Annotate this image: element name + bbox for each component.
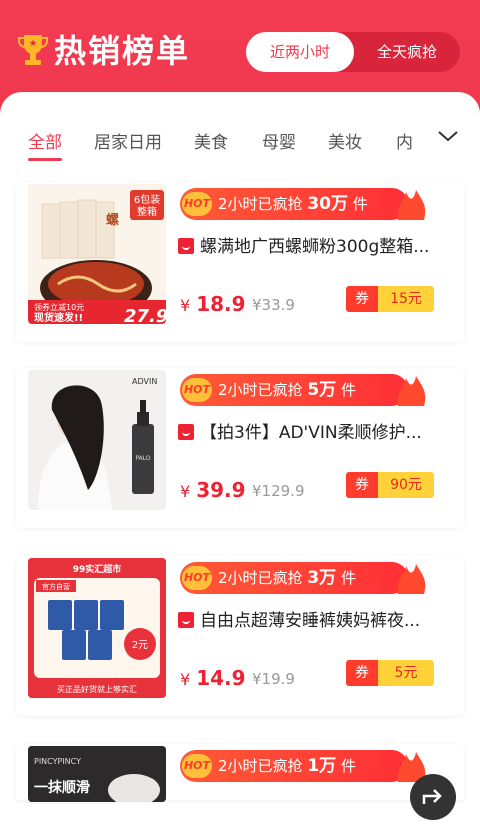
- product-name[interactable]: 【拍3件】AD'VIN柔顺修护...: [178, 420, 458, 446]
- price: ¥39.9: [180, 478, 246, 502]
- product-image: ADVIN PALO: [28, 370, 166, 510]
- sold-banner: HOT 2小时已疯抢 1万 件: [180, 750, 430, 782]
- promo-text-2: 现货速发!!: [34, 311, 83, 324]
- active-tab-indicator: [28, 158, 62, 161]
- svg-text:螺: 螺: [106, 212, 119, 228]
- hot-badge: HOT: [182, 566, 212, 590]
- tmall-icon: [178, 612, 194, 628]
- svg-text:2元: 2元: [132, 640, 148, 651]
- brand-text: ADVIN: [132, 377, 157, 386]
- product-image: 99实汇超市 官方自营 2元 买正品好货就上够实汇: [28, 558, 166, 698]
- store-tag: 官方自营: [42, 582, 70, 591]
- thumb-top-text: 99实汇超市: [73, 563, 122, 575]
- share-icon: [422, 789, 442, 804]
- svg-text:★: ★: [29, 39, 37, 49]
- svg-text:PALO: PALO: [135, 455, 150, 462]
- page-title: 热销榜单: [54, 32, 191, 70]
- flame-icon: [397, 376, 426, 406]
- category-tabs: 全部 居家日用 美食 母婴 美妆 内: [0, 128, 480, 168]
- tmall-icon: [178, 238, 194, 254]
- product-card[interactable]: 99实汇超市 官方自营 2元 买正品好货就上够实汇 HOT 2小时已疯抢 3万 …: [16, 556, 464, 716]
- hot-badge: HOT: [182, 378, 212, 402]
- tab-baby[interactable]: 母婴: [262, 128, 296, 153]
- promo-text: 领券立减10元: [34, 302, 84, 312]
- thumb-bottom-text: 买正品好货就上够实汇: [57, 684, 137, 694]
- sold-banner: HOT 2小时已疯抢 5万 件: [180, 374, 430, 406]
- corner-tag-line2: 整箱: [137, 205, 157, 218]
- sold-text: 2小时已疯抢 5万 件: [218, 380, 356, 400]
- tab-more[interactable]: 内: [396, 128, 413, 153]
- coupon-badge[interactable]: 券 5元: [346, 660, 434, 686]
- sold-banner: HOT 2小时已疯抢 30万 件: [180, 188, 430, 220]
- thumb-slogan: 一抹顺滑: [34, 779, 90, 796]
- original-price: ¥129.9: [252, 482, 305, 500]
- tab-home[interactable]: 居家日用: [94, 128, 162, 153]
- tab-food[interactable]: 美食: [194, 128, 228, 153]
- tab-beauty[interactable]: 美妆: [328, 128, 362, 153]
- corner-tag-line1: 6包装: [134, 193, 160, 206]
- hot-badge: HOT: [182, 192, 212, 216]
- flame-icon: [397, 564, 426, 594]
- toggle-all-day[interactable]: 全天疯抢: [354, 32, 460, 72]
- product-card[interactable]: PINCYPINCY 一抹顺滑 HOT 2小时已疯抢 1万 件: [16, 744, 464, 802]
- coupon-badge[interactable]: 券 15元: [346, 286, 434, 312]
- product-name[interactable]: 自由点超薄安睡裤姨妈裤夜...: [178, 608, 458, 634]
- trophy-icon: ★: [18, 35, 48, 65]
- original-price: ¥33.9: [252, 296, 295, 314]
- sold-text: 2小时已疯抢 1万 件: [218, 756, 356, 776]
- brand-text: PINCYPINCY: [34, 757, 81, 766]
- product-card[interactable]: 螺 6包装 整箱 领券立减10元 现货速发!! 27.9 HOT 2小时已疯抢 …: [16, 182, 464, 342]
- sold-banner: HOT 2小时已疯抢 3万 件: [180, 562, 430, 594]
- sold-text: 2小时已疯抢 3万 件: [218, 568, 356, 588]
- sold-text: 2小时已疯抢 30万 件: [218, 194, 368, 214]
- price: ¥14.9: [180, 666, 246, 690]
- price: ¥18.9: [180, 292, 246, 316]
- original-price: ¥19.9: [252, 670, 295, 688]
- product-name[interactable]: 螺满地广西螺蛳粉300g整箱...: [178, 234, 458, 260]
- time-range-toggle: 近两小时 全天疯抢: [246, 32, 460, 72]
- share-button[interactable]: [410, 774, 456, 820]
- tab-all[interactable]: 全部: [28, 128, 62, 153]
- hot-badge: HOT: [182, 754, 212, 778]
- coupon-badge[interactable]: 券 90元: [346, 472, 434, 498]
- toggle-last-two-hours[interactable]: 近两小时: [246, 32, 354, 72]
- thumb-price: 27.9: [124, 306, 166, 324]
- chevron-down-icon[interactable]: [437, 128, 459, 144]
- product-image: PINCYPINCY 一抹顺滑: [28, 746, 166, 802]
- product-image: 螺 6包装 整箱 领券立减10元 现货速发!! 27.9: [28, 184, 166, 324]
- flame-icon: [397, 190, 426, 220]
- tmall-icon: [178, 424, 194, 440]
- product-card[interactable]: ADVIN PALO HOT 2小时已疯抢 5万 件 【拍3件】AD'VIN柔顺…: [16, 368, 464, 528]
